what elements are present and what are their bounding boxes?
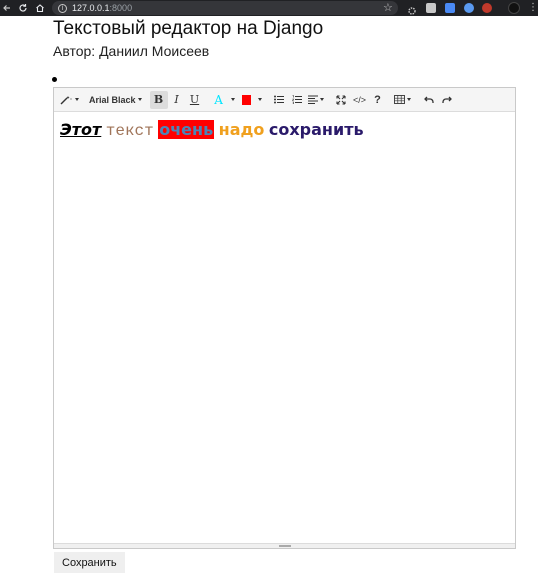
fullscreen-icon xyxy=(335,94,346,105)
extension-search-icon[interactable] xyxy=(464,3,474,13)
help-button[interactable]: ? xyxy=(370,91,386,109)
content-word: Этот xyxy=(60,120,102,139)
italic-button[interactable]: I xyxy=(168,91,186,109)
bold-button[interactable]: B xyxy=(149,90,168,109)
content-word-highlighted: очень xyxy=(158,120,215,139)
browser-toolbar: i 127.0.0.1:8000 ☆ ⋮ xyxy=(0,0,538,16)
resize-grip-icon xyxy=(279,545,291,547)
menu-icon[interactable]: ⋮ xyxy=(528,0,538,16)
page-title: Текстовый редактор на Django xyxy=(53,18,324,39)
rich-text-editor: Arial Black B I U A </> ? Этот текст оче… xyxy=(53,87,516,549)
editor-resize-handle[interactable] xyxy=(54,543,515,548)
url-port: :8000 xyxy=(109,3,133,13)
undo-icon xyxy=(423,96,434,103)
code-icon: </> xyxy=(353,94,367,105)
table-icon xyxy=(394,95,405,104)
extension-gear-icon[interactable] xyxy=(407,3,417,15)
highlight-color-dropdown[interactable] xyxy=(254,91,264,109)
reload-icon[interactable] xyxy=(16,0,30,16)
text-color-icon: A xyxy=(214,92,223,107)
align-left-icon xyxy=(307,95,318,104)
info-icon[interactable]: i xyxy=(58,3,67,13)
extension-mail-icon[interactable] xyxy=(426,3,436,13)
profile-avatar[interactable] xyxy=(508,2,520,14)
underline-icon: U xyxy=(189,93,200,106)
url-host: 127.0.0.1 xyxy=(72,3,110,13)
text-color-dropdown[interactable] xyxy=(228,91,236,109)
highlight-color-button[interactable] xyxy=(240,91,254,109)
content-word: текст xyxy=(105,122,154,140)
ordered-list-button[interactable] xyxy=(288,91,306,109)
table-insert-dropdown[interactable] xyxy=(392,91,414,109)
text-color-button[interactable]: A xyxy=(210,91,228,109)
bold-icon: B xyxy=(153,93,164,106)
font-family-dropdown[interactable]: Arial Black xyxy=(85,91,146,109)
ordered-list-icon xyxy=(291,95,302,104)
redo-icon xyxy=(441,96,452,103)
undo-button[interactable] xyxy=(420,91,438,109)
bookmark-star-icon[interactable]: ☆ xyxy=(383,0,393,16)
save-button[interactable]: Сохранить xyxy=(54,552,125,573)
page-author: Автор: Даниил Моисеев xyxy=(53,43,210,59)
font-family-label: Arial Black xyxy=(89,94,136,105)
redo-button[interactable] xyxy=(438,91,456,109)
fullscreen-button[interactable] xyxy=(332,91,350,109)
paragraph-align-dropdown[interactable] xyxy=(306,91,326,109)
help-icon: ? xyxy=(374,93,381,106)
editor-content-area[interactable]: Этот текст очень надо сохранить xyxy=(60,120,364,141)
editor-toolbar: Arial Black B I U A </> ? xyxy=(54,88,515,112)
codeview-button[interactable]: </> xyxy=(350,91,370,109)
unordered-list-icon xyxy=(273,95,284,104)
extension-ublock-icon[interactable] xyxy=(482,3,492,13)
unordered-list-button[interactable] xyxy=(270,91,288,109)
content-word: надо xyxy=(218,120,265,139)
highlight-swatch-icon xyxy=(242,94,252,105)
list-bullet xyxy=(52,77,57,82)
extension-translate-icon[interactable] xyxy=(445,3,455,13)
back-arrow-icon[interactable] xyxy=(0,0,14,16)
home-icon[interactable] xyxy=(33,0,47,16)
address-bar[interactable]: i 127.0.0.1:8000 xyxy=(52,1,398,15)
underline-button[interactable]: U xyxy=(186,91,204,109)
content-word: сохранить xyxy=(268,120,364,139)
italic-icon: I xyxy=(174,93,179,106)
magic-wand-icon[interactable] xyxy=(58,91,80,109)
